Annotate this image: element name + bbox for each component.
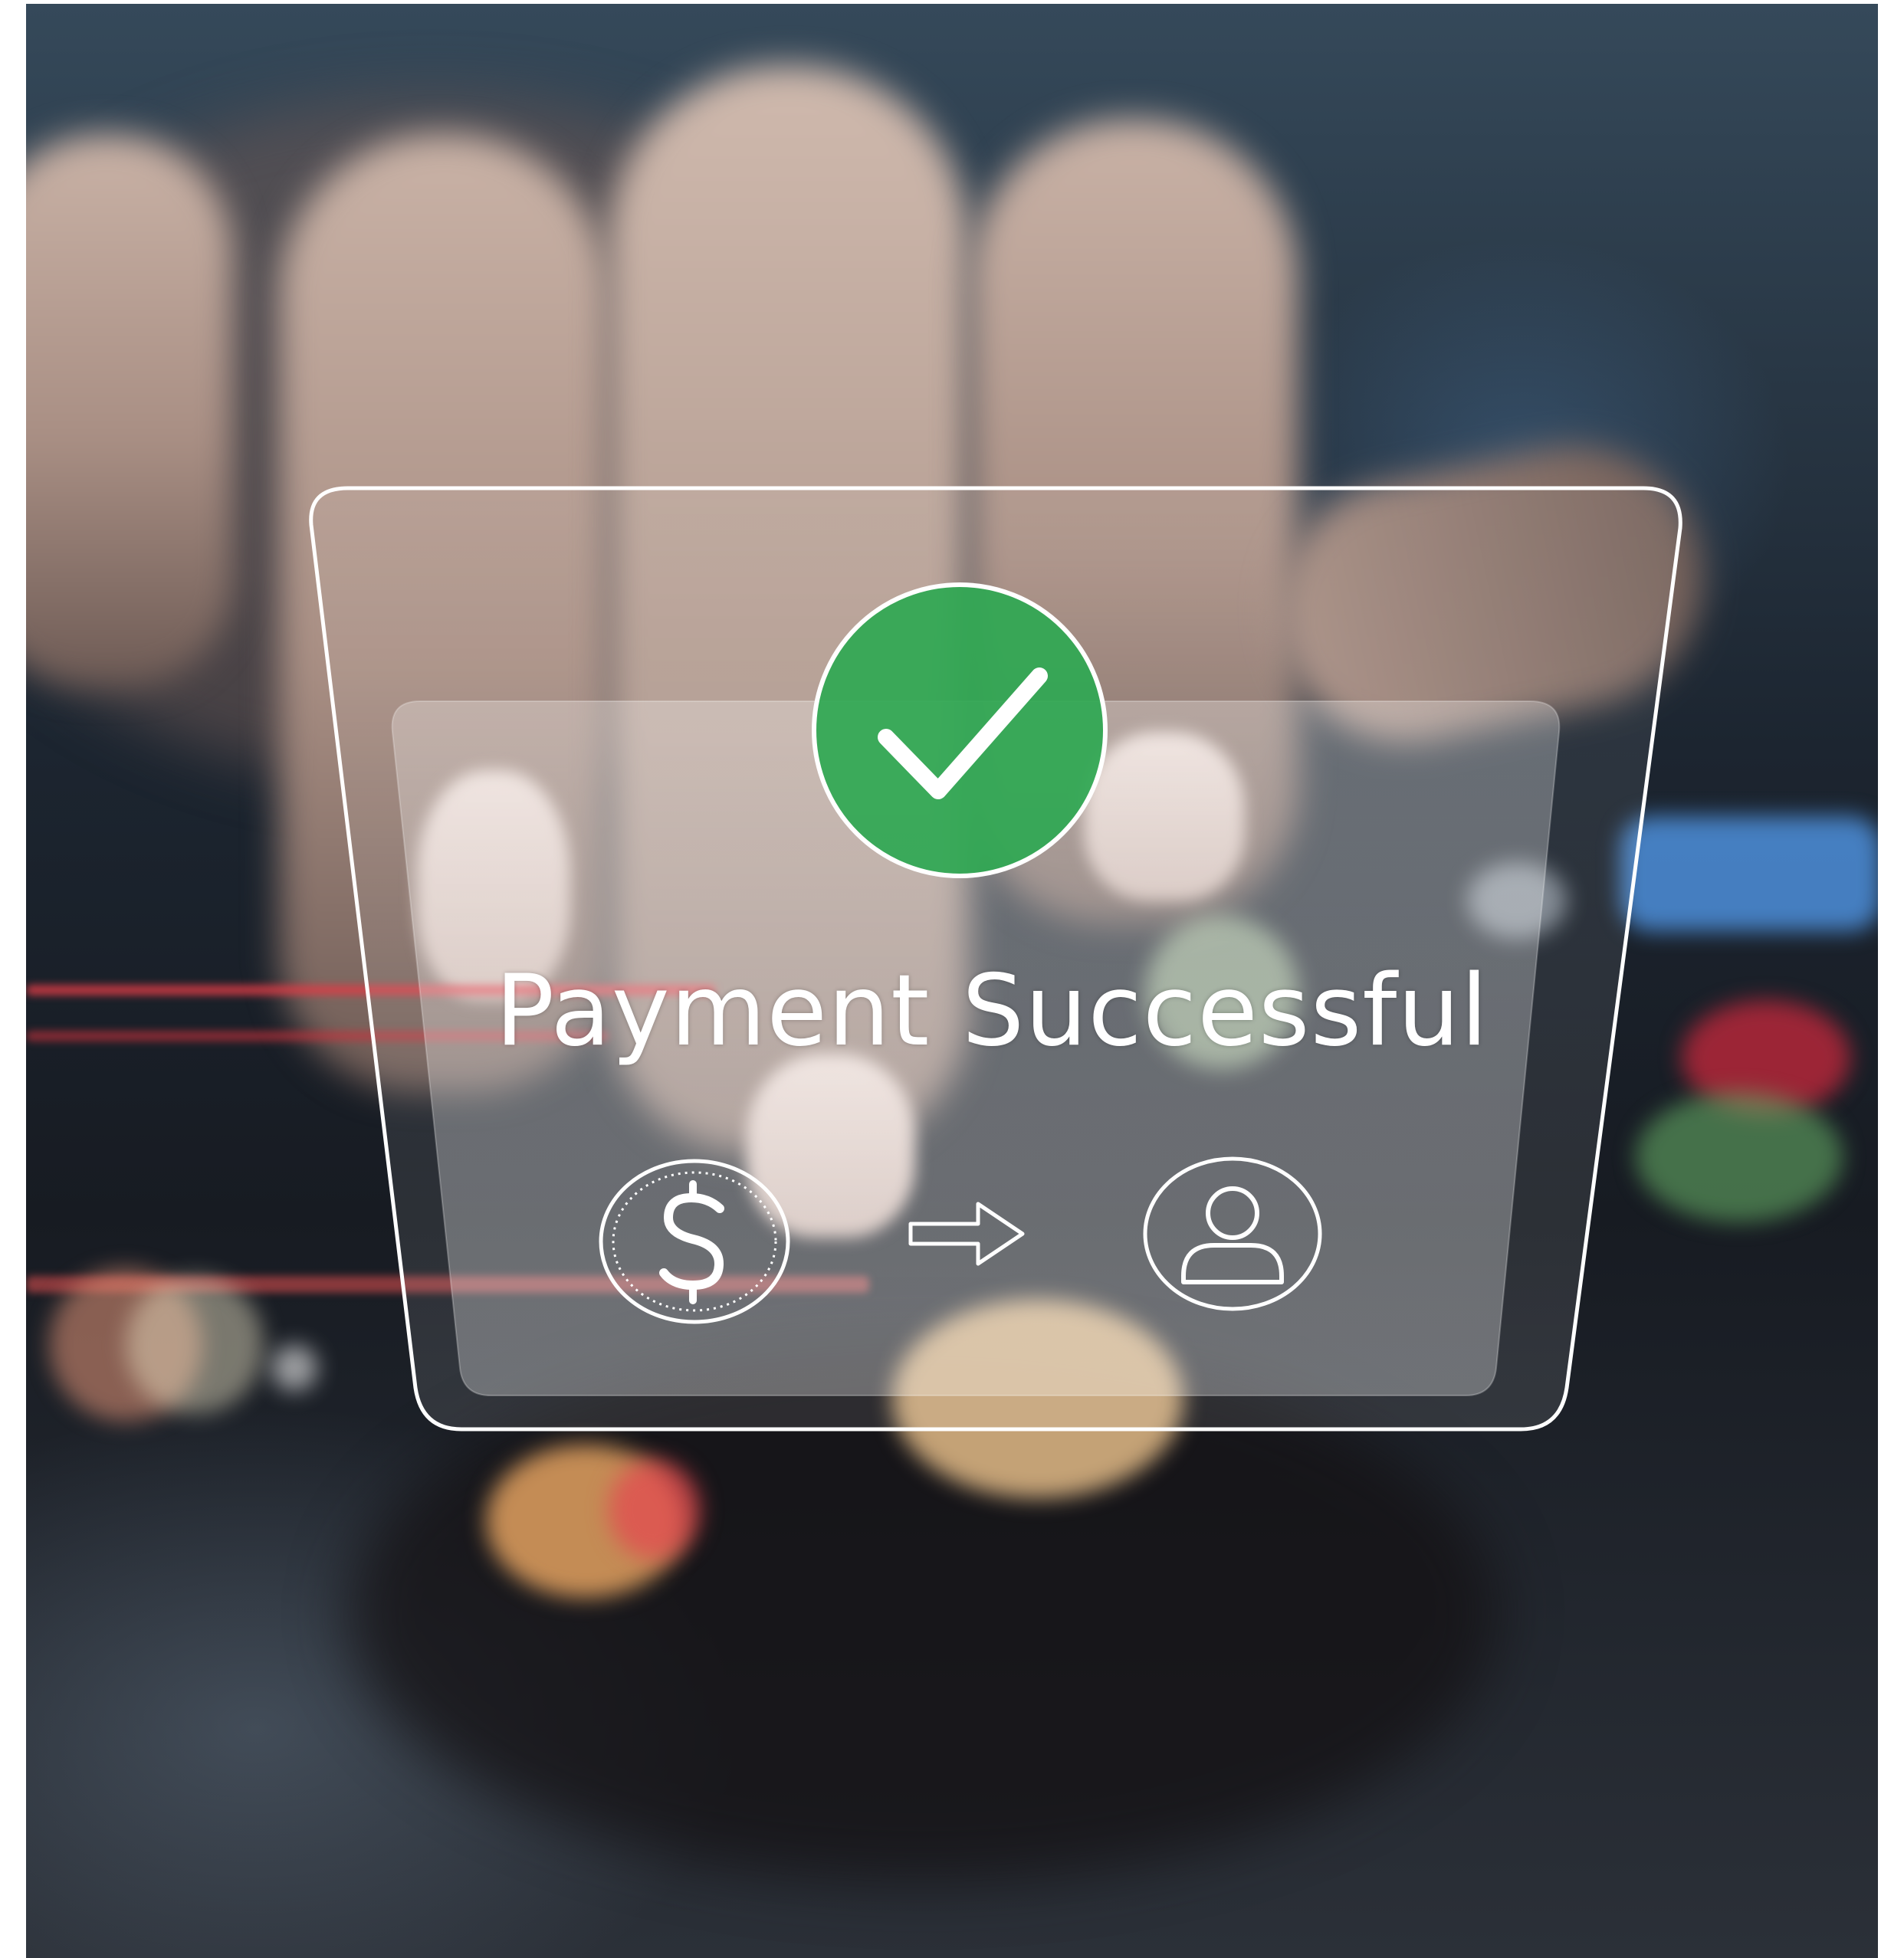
bokeh-light bbox=[609, 1460, 701, 1560]
dollar-coin-icon bbox=[599, 1159, 790, 1324]
checkmark-icon bbox=[812, 582, 1108, 878]
bokeh-light bbox=[1636, 1092, 1843, 1222]
photo-background: Payment Successful bbox=[26, 4, 1878, 1958]
arrow-right-icon bbox=[908, 1202, 1025, 1266]
finger-thumb bbox=[1252, 421, 1728, 766]
bokeh-light bbox=[271, 1345, 317, 1391]
bokeh-light bbox=[892, 1299, 1183, 1498]
bokeh-light bbox=[1620, 816, 1878, 931]
user-profile-icon bbox=[1143, 1156, 1322, 1311]
bokeh-light bbox=[1467, 862, 1567, 939]
finger-pinky bbox=[26, 134, 233, 686]
bokeh-light bbox=[126, 1276, 264, 1414]
payment-status-title: Payment Successful bbox=[494, 954, 1489, 1068]
